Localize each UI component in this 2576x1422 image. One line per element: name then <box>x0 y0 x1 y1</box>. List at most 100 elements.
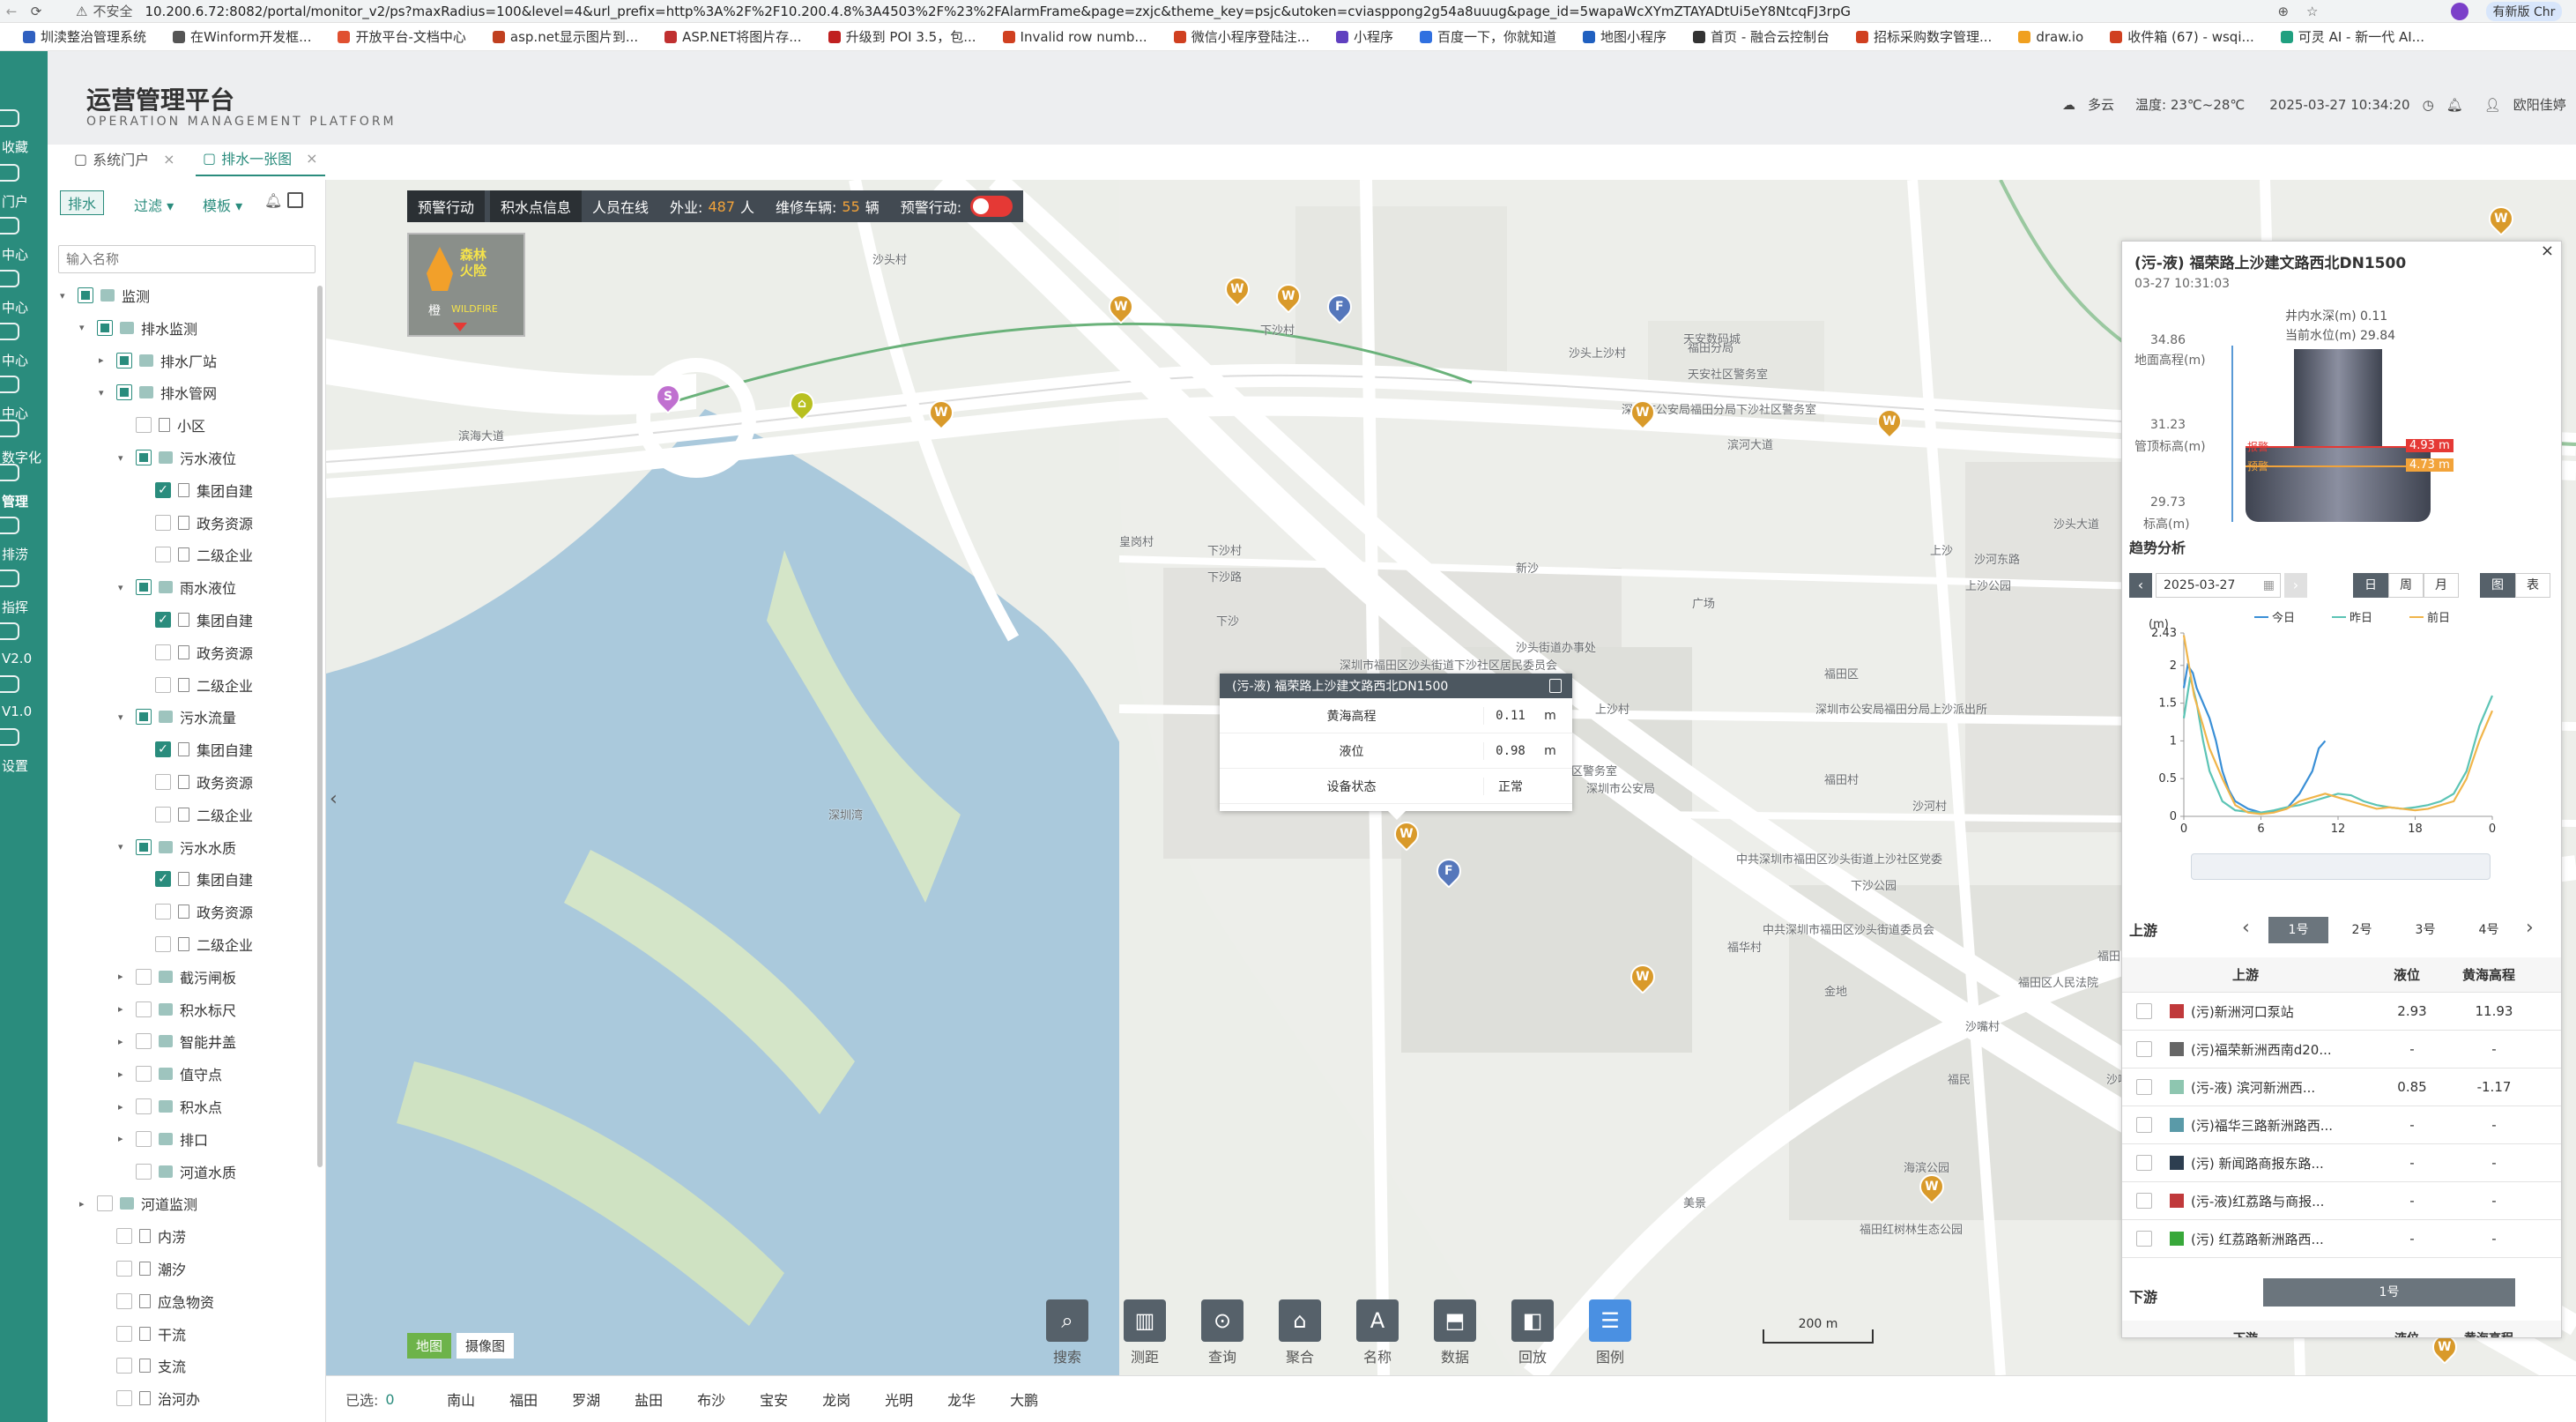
nav-icon[interactable] <box>0 376 19 393</box>
map-marker[interactable]: F <box>1322 289 1357 328</box>
tool-button[interactable]: ⌂ 聚合 <box>1273 1299 1327 1366</box>
user-name[interactable]: 欧阳佳婷 <box>2513 95 2566 114</box>
district-item[interactable]: 龙华 <box>931 1388 993 1410</box>
close-icon[interactable]: × <box>2541 242 2554 260</box>
wildfire-badge[interactable]: 森林火险 橙 WILDFIRE <box>407 233 525 337</box>
district-item[interactable]: 盐田 <box>618 1388 680 1410</box>
checkbox[interactable]: ✓ <box>155 741 171 758</box>
view-chart[interactable]: 图 <box>2480 573 2515 598</box>
nav-item-label[interactable]: 门户 <box>0 192 48 211</box>
chart-slider[interactable] <box>2191 853 2491 880</box>
nav-item-label[interactable]: 中心 <box>0 298 48 316</box>
tree-node[interactable]: 小区 <box>118 412 205 438</box>
map-marker[interactable]: F <box>1431 853 1466 892</box>
checkbox[interactable] <box>116 352 132 369</box>
tree-node[interactable]: ▾ 排水管网 <box>99 379 217 406</box>
url-field[interactable]: 10.200.6.72:8082/portal/monitor_v2/ps?ma… <box>145 4 2171 19</box>
nav-icon[interactable] <box>0 323 19 340</box>
bookmark-item[interactable]: draw.io <box>2018 29 2083 45</box>
table-row[interactable]: (污) 红荔路新洲路西... - - <box>2122 1220 2561 1258</box>
collapse-icon[interactable]: ▾ <box>118 711 129 723</box>
map-type-camera[interactable]: 摄像图 <box>457 1333 515 1359</box>
table-row[interactable]: (污-液)红荔路与商报... - - <box>2122 1182 2561 1220</box>
tree-node[interactable]: ✓ 集团自建 <box>137 607 253 633</box>
table-row[interactable]: (污-液) 滨河新洲西... 0.85 -1.17 <box>2122 1068 2561 1106</box>
bell-icon[interactable]: 🔔︎ <box>2446 97 2463 113</box>
map-marker[interactable]: W <box>1625 959 1660 998</box>
document-icon[interactable] <box>1549 679 1562 693</box>
close-icon[interactable]: × <box>163 151 174 168</box>
clock-icon[interactable]: ◷ <box>2423 97 2434 113</box>
bookmark-item[interactable]: 首页 - 融合云控制台 <box>1693 27 1830 46</box>
bookmark-item[interactable]: asp.net显示图片到... <box>492 27 638 46</box>
checkbox[interactable]: ✓ <box>155 481 171 498</box>
downstream-page[interactable]: 1号 <box>2263 1278 2515 1307</box>
tree-node[interactable]: 二级企业 <box>137 672 253 698</box>
bookmark-item[interactable]: 地图小程序 <box>1583 27 1667 46</box>
tree-node[interactable]: 潮汐 <box>99 1255 186 1282</box>
prev-date-button[interactable]: ‹ <box>2129 573 2152 598</box>
district-item[interactable]: 大鹏 <box>993 1388 1056 1410</box>
map-type-map[interactable]: 地图 <box>407 1333 452 1359</box>
map-marker[interactable]: ⌂ <box>784 386 820 425</box>
checkbox[interactable] <box>155 774 171 790</box>
tree-node[interactable]: ✓ 集团自建 <box>137 866 253 892</box>
map-marker[interactable]: W <box>1914 1169 1949 1208</box>
tree-node[interactable]: ✓ 集团自建 <box>137 477 253 503</box>
tree-node[interactable]: ▸ 智能井盖 <box>118 1028 236 1054</box>
tree-node[interactable]: ▸ 积水标尺 <box>118 996 236 1023</box>
bookmark-item[interactable]: 在Winform开发框... <box>173 27 311 46</box>
nav-item-label[interactable]: 中心 <box>0 351 48 369</box>
tree-node[interactable]: ▸ 截污闸板 <box>118 964 236 990</box>
table-row[interactable]: (污)新洲河口泵站 2.93 11.93 <box>2122 993 2561 1031</box>
checkbox[interactable] <box>136 1066 152 1083</box>
expand-icon[interactable]: ▸ <box>99 354 109 366</box>
tree-node[interactable]: ▾ 污水水质 <box>118 834 236 860</box>
checkbox[interactable] <box>155 514 171 531</box>
tree-node[interactable]: 支流 <box>99 1352 186 1379</box>
tree-node[interactable]: 干流 <box>99 1321 186 1347</box>
row-checkbox[interactable] <box>2136 1117 2152 1133</box>
checkbox[interactable] <box>116 384 132 401</box>
upstream-page-tab[interactable]: 3号 <box>2395 917 2455 943</box>
tree-node[interactable]: ▾ 雨水液位 <box>118 574 236 600</box>
tree-node[interactable]: 应急物资 <box>99 1288 214 1314</box>
tool-button[interactable]: ☰ 图例 <box>1583 1299 1637 1366</box>
table-row[interactable]: (污)福荣新洲西南d20... - - <box>2122 1031 2561 1068</box>
expand-icon[interactable]: ▸ <box>118 1003 129 1015</box>
tool-button[interactable]: ▥ 测距 <box>1117 1299 1172 1366</box>
save-icon[interactable] <box>287 192 303 208</box>
star-icon[interactable]: ☆ <box>2306 4 2318 19</box>
collapse-icon[interactable]: ▾ <box>118 841 129 852</box>
map-marker[interactable]: W <box>2427 1329 2462 1368</box>
checkbox[interactable] <box>116 1390 132 1407</box>
nav-item-label[interactable]: 管理 <box>0 492 48 510</box>
upstream-page-tab[interactable]: 1号 <box>2268 917 2328 943</box>
expand-icon[interactable]: ▸ <box>118 971 129 982</box>
checkbox[interactable] <box>116 1325 132 1342</box>
nav-icon[interactable] <box>0 164 19 182</box>
nav-item-label[interactable]: 指挥 <box>0 598 48 616</box>
tree-scrollbar[interactable] <box>317 286 323 1167</box>
zoom-icon[interactable]: ⊕ <box>2277 4 2289 19</box>
district-item[interactable]: 龙岗 <box>805 1388 868 1410</box>
district-item[interactable]: 南山 <box>430 1388 493 1410</box>
bookmark-item[interactable]: 招标采购数字管理... <box>1856 27 1992 46</box>
layer-search-input[interactable] <box>58 245 316 273</box>
map-marker[interactable]: W <box>1103 289 1139 328</box>
district-item[interactable]: 罗湖 <box>555 1388 618 1410</box>
bookmark-item[interactable]: 开放平台-文档中心 <box>338 27 466 46</box>
expand-icon[interactable]: ▸ <box>118 1133 129 1144</box>
close-icon[interactable]: × <box>306 150 317 167</box>
tree-node[interactable]: 内涝 <box>99 1223 186 1249</box>
collapse-icon[interactable]: ▾ <box>60 290 71 302</box>
expand-icon[interactable]: ▸ <box>118 1068 129 1080</box>
row-checkbox[interactable] <box>2136 1155 2152 1171</box>
bookmark-item[interactable]: 收件箱 (67) - wsqi... <box>2110 27 2254 46</box>
tab-portal[interactable]: ▢ 系统门户 × <box>67 141 182 176</box>
nav-icon[interactable] <box>0 570 19 587</box>
district-item[interactable]: 布沙 <box>680 1388 743 1410</box>
map-marker[interactable]: W <box>1271 279 1306 317</box>
tool-button[interactable]: A 名称 <box>1350 1299 1405 1366</box>
next-date-button[interactable]: › <box>2284 573 2307 598</box>
